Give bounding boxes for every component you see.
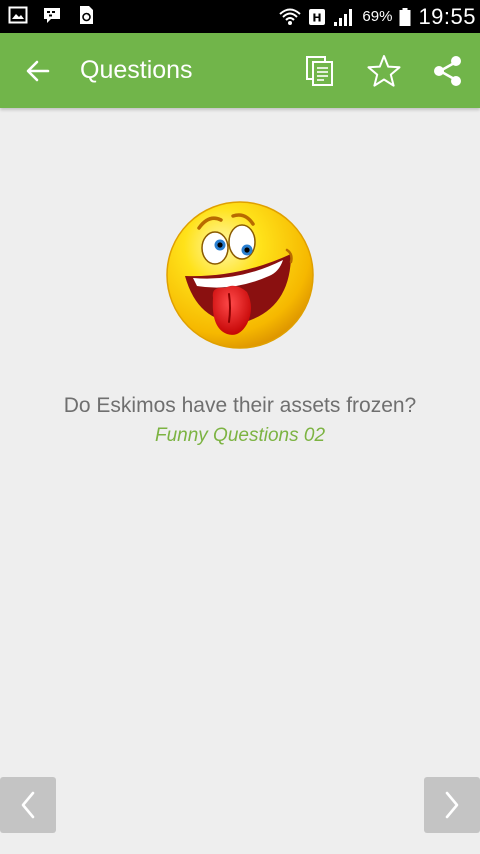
question-text: Do Eskimos have their assets frozen?	[63, 394, 417, 417]
star-icon	[367, 55, 401, 87]
battery-percentage: 69%	[362, 8, 393, 25]
share-button[interactable]	[428, 51, 468, 91]
chevron-left-icon	[21, 791, 35, 819]
status-notification-icons	[8, 4, 96, 26]
bbm-icon	[44, 8, 60, 23]
data-icon: H	[309, 8, 326, 25]
category-label: Funny Questions 02	[154, 425, 326, 446]
arrow-left-icon	[26, 60, 50, 82]
share-icon	[434, 56, 461, 86]
signal-icon	[334, 8, 353, 26]
copy-button[interactable]	[300, 51, 340, 91]
app-bar: Questions	[0, 33, 480, 108]
favorite-button[interactable]	[364, 51, 404, 91]
clock: 19:55	[418, 3, 476, 29]
next-button[interactable]	[424, 777, 480, 833]
chevron-right-icon	[445, 791, 459, 819]
gallery-icon	[8, 6, 28, 24]
recycle-icon	[80, 6, 93, 24]
wifi-icon	[279, 8, 302, 25]
back-button[interactable]	[18, 51, 58, 91]
svg-text:H: H	[313, 11, 322, 24]
crazy-face-emoji-icon	[166, 201, 314, 349]
copy-icon	[306, 56, 333, 86]
battery-icon	[399, 7, 411, 26]
page-title: Questions	[80, 56, 193, 84]
previous-button[interactable]	[0, 777, 56, 833]
status-bar: H 69% 19:55	[0, 0, 480, 33]
status-system-icons: H 69% 19:55	[278, 0, 476, 33]
